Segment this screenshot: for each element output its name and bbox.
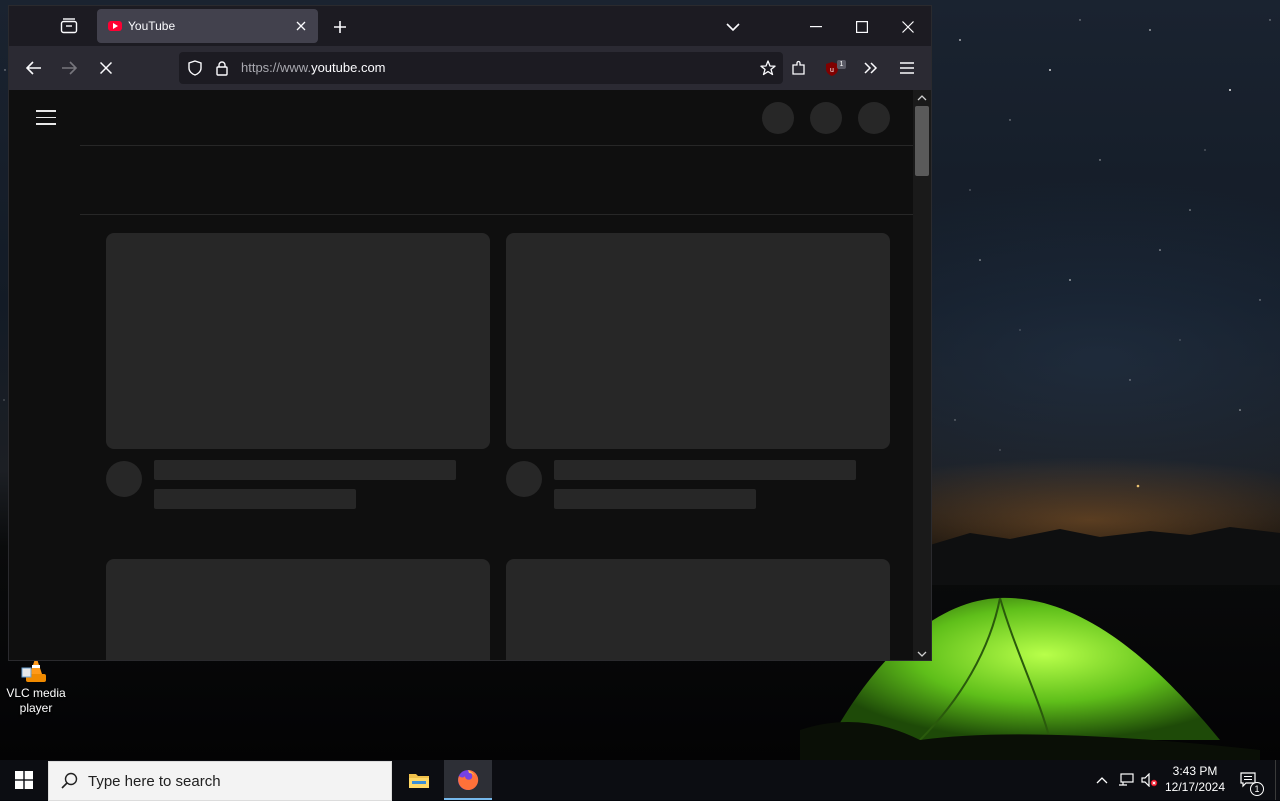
- masthead-placeholder-circle: [810, 102, 842, 134]
- volume-muted-icon[interactable]: [1141, 771, 1159, 789]
- lock-icon[interactable]: [213, 58, 231, 78]
- youtube-page: [9, 90, 931, 660]
- firefox-icon: [458, 769, 479, 790]
- meta-placeholder: [554, 489, 756, 509]
- taskbar: Type here to search 3:43 PM 12/17/2024 1: [0, 760, 1280, 801]
- file-explorer-button[interactable]: [395, 760, 443, 800]
- video-thumbnail-placeholder: [506, 559, 890, 660]
- search-placeholder: Type here to search: [88, 773, 221, 790]
- chips-divider: [80, 214, 913, 215]
- masthead-placeholder-circle: [762, 102, 794, 134]
- title-placeholder: [154, 460, 456, 480]
- video-thumbnail-placeholder: [506, 233, 890, 449]
- maximize-icon[interactable]: [850, 16, 874, 38]
- url-domain: youtube.com: [311, 60, 386, 75]
- youtube-icon: [108, 21, 122, 31]
- show-desktop-button[interactable]: [1275, 760, 1280, 800]
- forward-arrow-icon[interactable]: [58, 58, 80, 78]
- channel-avatar-placeholder: [506, 461, 542, 497]
- vlc-cone-icon: [16, 656, 56, 686]
- app-menu-hamburger-icon[interactable]: [896, 58, 918, 78]
- scroll-up-arrow-icon[interactable]: [917, 94, 927, 102]
- scrollbar-thumb[interactable]: [915, 106, 929, 176]
- close-window-icon[interactable]: [896, 16, 920, 38]
- svg-text:u: u: [830, 67, 834, 74]
- network-icon[interactable]: [1117, 771, 1135, 789]
- windows-logo-icon: [15, 771, 33, 789]
- guide-menu-icon[interactable]: [36, 110, 56, 125]
- tab-title: YouTube: [128, 19, 176, 33]
- video-thumbnail-placeholder: [106, 559, 490, 660]
- new-tab-icon[interactable]: [329, 16, 351, 38]
- masthead-divider: [80, 145, 913, 146]
- bookmark-star-icon[interactable]: [757, 58, 779, 78]
- channel-avatar-placeholder: [106, 461, 142, 497]
- taskbar-search-box[interactable]: Type here to search: [48, 761, 392, 801]
- tracking-protection-shield-icon[interactable]: [185, 58, 205, 78]
- tab-youtube[interactable]: YouTube: [97, 9, 318, 43]
- overflow-chevrons-icon[interactable]: [860, 58, 882, 78]
- back-arrow-icon[interactable]: [23, 58, 45, 78]
- url-prefix: https://www.: [241, 60, 312, 75]
- address-bar[interactable]: https://www.youtube.com: [179, 52, 783, 84]
- navigation-toolbar: https://www.youtube.com u 1: [9, 46, 931, 90]
- page-scrollbar[interactable]: [913, 90, 931, 660]
- firefox-window: YouTube https://www.youtube.com u 1: [9, 6, 931, 660]
- tab-close-icon[interactable]: [293, 18, 309, 34]
- scroll-down-arrow-icon[interactable]: [917, 650, 927, 658]
- masthead-placeholder-circle: [858, 102, 890, 134]
- start-button[interactable]: [0, 760, 48, 800]
- firefox-view-icon[interactable]: [57, 16, 81, 36]
- clock-time: 3:43 PM: [1172, 764, 1218, 778]
- meta-placeholder: [154, 489, 356, 509]
- url-text[interactable]: https://www.youtube.com: [241, 60, 386, 75]
- system-clock[interactable]: 3:43 PM 12/17/2024: [1160, 763, 1230, 795]
- search-icon: [61, 772, 78, 789]
- tab-strip: YouTube: [9, 6, 931, 46]
- mountain-silhouette: [930, 527, 1280, 585]
- show-hidden-icons-chevron-up-icon[interactable]: [1094, 772, 1110, 788]
- title-placeholder: [554, 460, 856, 480]
- notification-count-badge: 1: [1250, 782, 1264, 796]
- ublock-badge-count: 1: [837, 60, 846, 69]
- minimize-icon[interactable]: [804, 16, 828, 38]
- firefox-taskbar-button[interactable]: [444, 760, 492, 800]
- stop-loading-icon[interactable]: [95, 58, 117, 78]
- file-explorer-icon: [409, 774, 429, 788]
- desktop-icon-vlc[interactable]: VLC media player: [4, 656, 68, 716]
- extensions-puzzle-icon[interactable]: [788, 58, 810, 78]
- clock-date: 12/17/2024: [1164, 780, 1226, 794]
- video-thumbnail-placeholder: [106, 233, 490, 449]
- list-all-tabs-chevron-down-icon[interactable]: [722, 16, 744, 38]
- desktop-icon-label: VLC media player: [6, 686, 66, 715]
